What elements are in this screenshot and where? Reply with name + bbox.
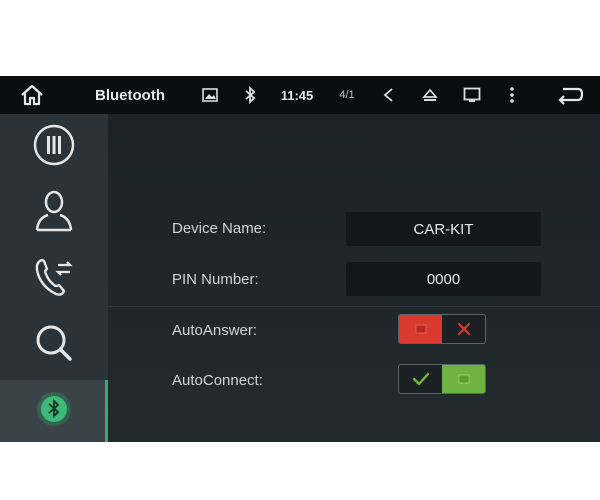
sidebar-item-dialpad[interactable] [0,116,108,179]
sidebar-item-search[interactable] [0,314,108,377]
window-icon[interactable] [460,76,484,114]
auto-connect-label: AutoConnect: [172,372,263,389]
close-icon [442,315,485,343]
back-icon[interactable] [552,76,588,114]
volume-icon[interactable] [376,76,400,114]
device-name-field[interactable]: CAR-KIT [346,212,541,246]
sidebar-item-call-log[interactable] [0,248,108,311]
toggle-off-segment [399,315,442,343]
auto-answer-label: AutoAnswer: [172,322,258,339]
device-name-label: Device Name: [172,220,267,237]
auto-answer-toggle[interactable] [398,314,486,344]
more-icon[interactable] [502,76,522,114]
status-bar: Bluetooth 11:45 4/1 [0,76,600,114]
phone-transfer-icon [32,254,76,305]
bluetooth-screen: Bluetooth 11:45 4/1 Device Name: CAR-KIT… [0,76,600,442]
sidebar-item-settings[interactable] [0,380,108,442]
bluetooth-icon [240,76,260,114]
signal-icon: 4/1 [339,89,355,101]
person-icon [32,188,76,239]
dialpad-icon [32,123,76,172]
clock: 11:45 [280,87,314,103]
sidebar-item-contacts[interactable] [0,182,108,245]
pin-number-label: PIN Number: [172,271,259,288]
search-icon [32,321,76,370]
divider [108,306,600,307]
settings-panel: Device Name: CAR-KIT PIN Number: 0000 Au… [108,114,600,442]
screen-title: Bluetooth [95,86,165,104]
pin-number-field[interactable]: 0000 [346,262,541,296]
eject-icon[interactable] [418,76,442,114]
toggle-on-segment [442,365,485,393]
bluetooth-icon [34,389,74,434]
sidebar [0,114,108,442]
home-icon[interactable] [14,76,50,114]
auto-connect-toggle[interactable] [398,364,486,394]
image-icon [198,76,222,114]
check-icon [399,365,442,393]
